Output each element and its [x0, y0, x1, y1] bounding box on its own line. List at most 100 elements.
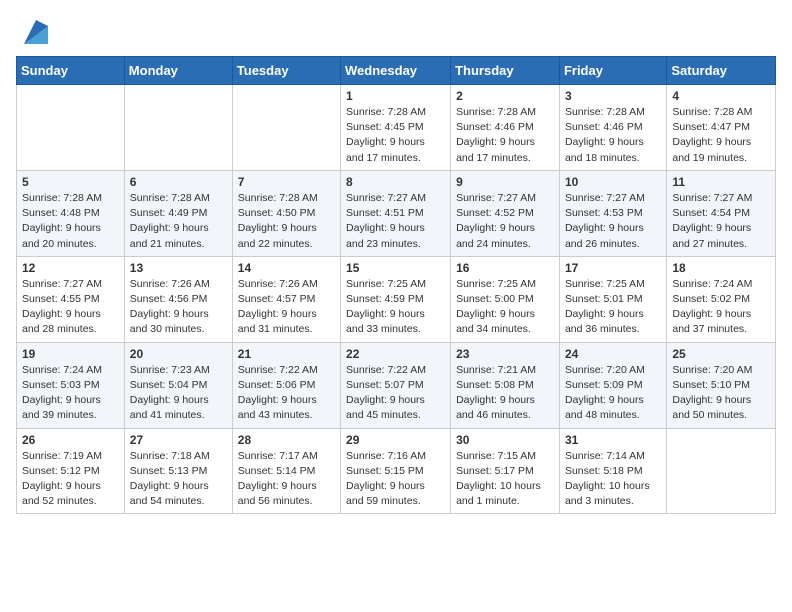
day-cell — [124, 85, 232, 171]
day-number: 3 — [565, 89, 661, 103]
day-number: 13 — [130, 261, 227, 275]
day-number: 14 — [238, 261, 335, 275]
day-cell: 21Sunrise: 7:22 AM Sunset: 5:06 PM Dayli… — [232, 342, 340, 428]
day-cell — [667, 428, 776, 514]
day-info: Sunrise: 7:21 AM Sunset: 5:08 PM Dayligh… — [456, 363, 554, 424]
day-info: Sunrise: 7:27 AM Sunset: 4:53 PM Dayligh… — [565, 191, 661, 252]
week-row-3: 12 Sunrise: 7:27 AM Sunset: 4:55 PM Dayli… — [17, 256, 776, 342]
day-number: 30 — [456, 433, 554, 447]
day-cell: 28 Sunrise: 7:17 AM Sunset: 5:14 PM Dayli… — [232, 428, 340, 514]
day-cell: 25 Sunrise: 7:20 AM Sunset: 5:10 PM Dayli… — [667, 342, 776, 428]
col-header-tuesday: Tuesday — [232, 57, 340, 85]
day-cell: 6Sunrise: 7:28 AM Sunset: 4:49 PM Daylig… — [124, 170, 232, 256]
day-info: Sunrise: 7:25 AM Sunset: 5:01 PM Dayligh… — [565, 277, 661, 338]
day-cell: 12 Sunrise: 7:27 AM Sunset: 4:55 PM Dayli… — [17, 256, 125, 342]
col-header-saturday: Saturday — [667, 57, 776, 85]
day-number: 27 — [130, 433, 227, 447]
day-number: 25 — [672, 347, 770, 361]
day-info: Sunrise: 7:27 AM Sunset: 4:52 PM Dayligh… — [456, 191, 554, 252]
day-number: 15 — [346, 261, 445, 275]
day-info: Sunrise: 7:24 AM Sunset: 5:03 PM Dayligh… — [22, 363, 119, 424]
day-cell: 18 Sunrise: 7:24 AM Sunset: 5:02 PM Dayli… — [667, 256, 776, 342]
day-info: Sunrise: 7:18 AM Sunset: 5:13 PM Dayligh… — [130, 449, 227, 510]
day-number: 29 — [346, 433, 445, 447]
col-header-thursday: Thursday — [451, 57, 560, 85]
col-header-monday: Monday — [124, 57, 232, 85]
day-cell: 16 Sunrise: 7:25 AM Sunset: 5:00 PM Dayli… — [451, 256, 560, 342]
day-cell — [232, 85, 340, 171]
day-number: 2 — [456, 89, 554, 103]
day-number: 7 — [238, 175, 335, 189]
day-number: 19 — [22, 347, 119, 361]
day-cell: 23 Sunrise: 7:21 AM Sunset: 5:08 PM Dayli… — [451, 342, 560, 428]
day-cell: 20 Sunrise: 7:23 AM Sunset: 5:04 PM Dayli… — [124, 342, 232, 428]
week-row-5: 26Sunrise: 7:19 AM Sunset: 5:12 PM Dayli… — [17, 428, 776, 514]
day-cell: 9 Sunrise: 7:27 AM Sunset: 4:52 PM Daylig… — [451, 170, 560, 256]
day-info: Sunrise: 7:28 AM Sunset: 4:46 PM Dayligh… — [456, 105, 554, 166]
day-number: 12 — [22, 261, 119, 275]
day-info: Sunrise: 7:28 AM Sunset: 4:49 PM Dayligh… — [130, 191, 227, 252]
day-cell — [17, 85, 125, 171]
day-info: Sunrise: 7:27 AM Sunset: 4:54 PM Dayligh… — [672, 191, 770, 252]
day-cell: 2 Sunrise: 7:28 AM Sunset: 4:46 PM Daylig… — [451, 85, 560, 171]
day-info: Sunrise: 7:25 AM Sunset: 4:59 PM Dayligh… — [346, 277, 445, 338]
day-cell: 15 Sunrise: 7:25 AM Sunset: 4:59 PM Dayli… — [341, 256, 451, 342]
week-row-1: 1 Sunrise: 7:28 AM Sunset: 4:45 PM Daylig… — [17, 85, 776, 171]
day-info: Sunrise: 7:28 AM Sunset: 4:47 PM Dayligh… — [672, 105, 770, 166]
day-cell: 22Sunrise: 7:22 AM Sunset: 5:07 PM Dayli… — [341, 342, 451, 428]
day-info: Sunrise: 7:20 AM Sunset: 5:10 PM Dayligh… — [672, 363, 770, 424]
day-info: Sunrise: 7:25 AM Sunset: 5:00 PM Dayligh… — [456, 277, 554, 338]
logo-icon — [20, 16, 52, 48]
day-cell: 10 Sunrise: 7:27 AM Sunset: 4:53 PM Dayli… — [559, 170, 666, 256]
day-cell: 5 Sunrise: 7:28 AM Sunset: 4:48 PM Daylig… — [17, 170, 125, 256]
week-row-2: 5 Sunrise: 7:28 AM Sunset: 4:48 PM Daylig… — [17, 170, 776, 256]
day-number: 10 — [565, 175, 661, 189]
day-info: Sunrise: 7:27 AM Sunset: 4:55 PM Dayligh… — [22, 277, 119, 338]
day-number: 28 — [238, 433, 335, 447]
day-info: Sunrise: 7:19 AM Sunset: 5:12 PM Dayligh… — [22, 449, 119, 510]
day-info: Sunrise: 7:28 AM Sunset: 4:48 PM Dayligh… — [22, 191, 119, 252]
col-header-sunday: Sunday — [17, 57, 125, 85]
day-number: 8 — [346, 175, 445, 189]
day-number: 22 — [346, 347, 445, 361]
day-number: 24 — [565, 347, 661, 361]
day-number: 18 — [672, 261, 770, 275]
day-cell: 11 Sunrise: 7:27 AM Sunset: 4:54 PM Dayli… — [667, 170, 776, 256]
day-cell: 14Sunrise: 7:26 AM Sunset: 4:57 PM Dayli… — [232, 256, 340, 342]
day-number: 9 — [456, 175, 554, 189]
day-info: Sunrise: 7:24 AM Sunset: 5:02 PM Dayligh… — [672, 277, 770, 338]
day-cell: 30Sunrise: 7:15 AM Sunset: 5:17 PM Dayli… — [451, 428, 560, 514]
calendar-table: SundayMondayTuesdayWednesdayThursdayFrid… — [16, 56, 776, 514]
day-number: 11 — [672, 175, 770, 189]
day-number: 5 — [22, 175, 119, 189]
day-info: Sunrise: 7:20 AM Sunset: 5:09 PM Dayligh… — [565, 363, 661, 424]
day-info: Sunrise: 7:26 AM Sunset: 4:56 PM Dayligh… — [130, 277, 227, 338]
day-info: Sunrise: 7:28 AM Sunset: 4:50 PM Dayligh… — [238, 191, 335, 252]
col-header-friday: Friday — [559, 57, 666, 85]
day-info: Sunrise: 7:27 AM Sunset: 4:51 PM Dayligh… — [346, 191, 445, 252]
day-info: Sunrise: 7:17 AM Sunset: 5:14 PM Dayligh… — [238, 449, 335, 510]
day-number: 20 — [130, 347, 227, 361]
day-info: Sunrise: 7:23 AM Sunset: 5:04 PM Dayligh… — [130, 363, 227, 424]
day-cell: 4 Sunrise: 7:28 AM Sunset: 4:47 PM Daylig… — [667, 85, 776, 171]
day-number: 23 — [456, 347, 554, 361]
day-info: Sunrise: 7:14 AM Sunset: 5:18 PM Dayligh… — [565, 449, 661, 510]
day-cell: 3 Sunrise: 7:28 AM Sunset: 4:46 PM Daylig… — [559, 85, 666, 171]
day-cell: 17 Sunrise: 7:25 AM Sunset: 5:01 PM Dayli… — [559, 256, 666, 342]
day-number: 16 — [456, 261, 554, 275]
day-cell: 29 Sunrise: 7:16 AM Sunset: 5:15 PM Dayli… — [341, 428, 451, 514]
day-cell: 27 Sunrise: 7:18 AM Sunset: 5:13 PM Dayli… — [124, 428, 232, 514]
day-number: 4 — [672, 89, 770, 103]
col-header-wednesday: Wednesday — [341, 57, 451, 85]
day-info: Sunrise: 7:28 AM Sunset: 4:46 PM Dayligh… — [565, 105, 661, 166]
day-number: 31 — [565, 433, 661, 447]
day-cell: 8 Sunrise: 7:27 AM Sunset: 4:51 PM Daylig… — [341, 170, 451, 256]
day-cell: 19 Sunrise: 7:24 AM Sunset: 5:03 PM Dayli… — [17, 342, 125, 428]
day-info: Sunrise: 7:16 AM Sunset: 5:15 PM Dayligh… — [346, 449, 445, 510]
day-cell: 26Sunrise: 7:19 AM Sunset: 5:12 PM Dayli… — [17, 428, 125, 514]
day-info: Sunrise: 7:22 AM Sunset: 5:06 PM Dayligh… — [238, 363, 335, 424]
week-row-4: 19 Sunrise: 7:24 AM Sunset: 5:03 PM Dayli… — [17, 342, 776, 428]
day-number: 1 — [346, 89, 445, 103]
day-info: Sunrise: 7:28 AM Sunset: 4:45 PM Dayligh… — [346, 105, 445, 166]
day-number: 17 — [565, 261, 661, 275]
